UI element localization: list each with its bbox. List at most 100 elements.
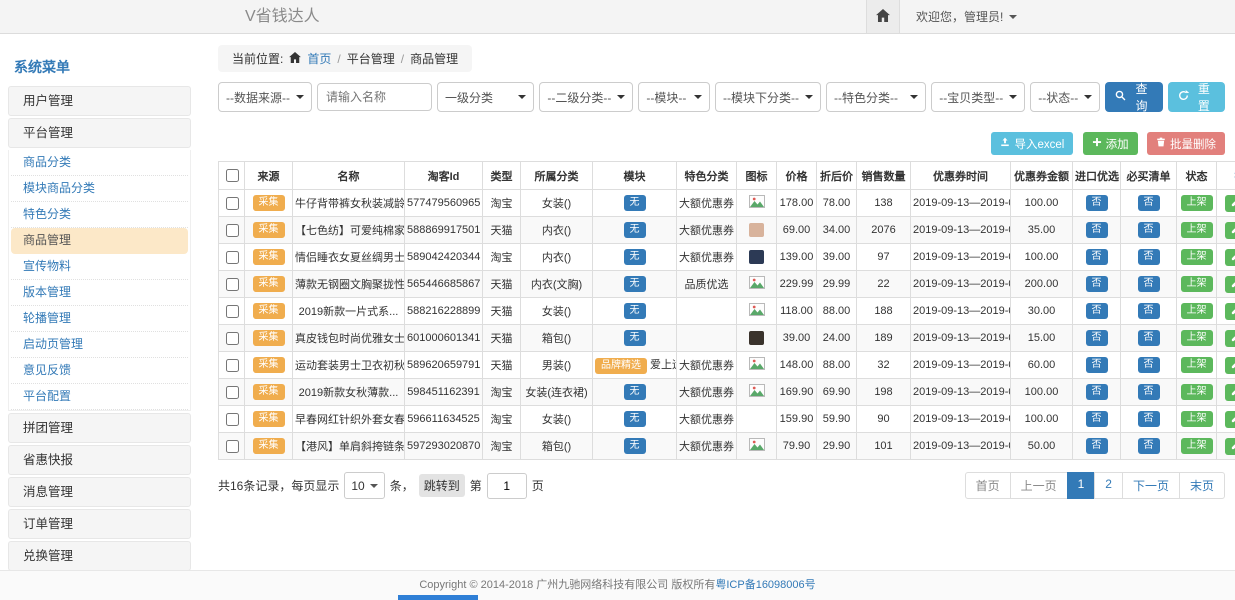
sidebar-item-订单管理[interactable]: 订单管理 xyxy=(8,509,191,539)
import-select-toggle[interactable]: 否 xyxy=(1086,357,1108,373)
icon-cell xyxy=(737,433,777,460)
sidebar-item-拼团管理[interactable]: 拼团管理 xyxy=(8,413,191,443)
user-menu[interactable]: 欢迎您，管理员! xyxy=(900,0,1033,33)
sidebar-item-消息管理[interactable]: 消息管理 xyxy=(8,477,191,507)
batch-delete-button[interactable]: 批量删除 xyxy=(1147,132,1225,155)
edit-button[interactable] xyxy=(1225,330,1235,347)
must-buy-toggle[interactable]: 否 xyxy=(1138,411,1160,427)
sidebar-item-用户管理[interactable]: 用户管理 xyxy=(8,86,191,116)
sidebar-item-平台配置[interactable]: 平台配置 xyxy=(11,384,188,410)
status-badge[interactable]: 上架 xyxy=(1181,276,1213,292)
sidebar-item-意见反馈[interactable]: 意见反馈 xyxy=(11,358,188,384)
status-badge[interactable]: 上架 xyxy=(1181,438,1213,454)
name-search-input[interactable] xyxy=(317,83,432,111)
must-buy-toggle[interactable]: 否 xyxy=(1138,195,1160,211)
sidebar-item-商品分类[interactable]: 商品分类 xyxy=(11,150,188,176)
must-buy-toggle[interactable]: 否 xyxy=(1138,438,1160,454)
status-badge[interactable]: 上架 xyxy=(1181,303,1213,319)
pager-page-2[interactable]: 2 xyxy=(1094,472,1123,499)
pager-prev[interactable]: 上一页 xyxy=(1010,472,1068,499)
sidebar-item-平台管理[interactable]: 平台管理 xyxy=(8,118,191,148)
import-select-toggle[interactable]: 否 xyxy=(1086,249,1108,265)
row-checkbox[interactable] xyxy=(226,359,239,372)
import-select-toggle[interactable]: 否 xyxy=(1086,384,1108,400)
row-checkbox[interactable] xyxy=(226,305,239,318)
row-checkbox[interactable] xyxy=(226,278,239,291)
import-select-toggle[interactable]: 否 xyxy=(1086,195,1108,211)
sidebar-item-兑换管理[interactable]: 兑换管理 xyxy=(8,541,191,571)
search-button[interactable]: 查询 xyxy=(1105,82,1162,112)
must-buy-toggle[interactable]: 否 xyxy=(1138,249,1160,265)
must-buy-toggle[interactable]: 否 xyxy=(1138,330,1160,346)
sidebar-item-省惠快报[interactable]: 省惠快报 xyxy=(8,445,191,475)
import-select-toggle[interactable]: 否 xyxy=(1086,438,1108,454)
import-select-toggle[interactable]: 否 xyxy=(1086,330,1108,346)
status-select[interactable]: --状态-- xyxy=(1030,82,1100,112)
status-badge[interactable]: 上架 xyxy=(1181,195,1213,211)
edit-button[interactable] xyxy=(1225,195,1235,212)
row-checkbox[interactable] xyxy=(226,197,239,210)
jump-button[interactable]: 跳转到 xyxy=(419,474,465,497)
module-subcategory-select[interactable]: --模块下分类-- xyxy=(715,82,821,112)
item-type-select[interactable]: --宝贝类型-- xyxy=(931,82,1025,112)
edit-button[interactable] xyxy=(1225,384,1235,401)
level1-category-select[interactable]: 一级分类 xyxy=(437,82,534,112)
source-badge: 采集 xyxy=(253,222,285,238)
import-select-toggle[interactable]: 否 xyxy=(1086,276,1108,292)
feature-category-select[interactable]: --特色分类-- xyxy=(826,82,926,112)
pager-last[interactable]: 末页 xyxy=(1179,472,1225,499)
edit-button[interactable] xyxy=(1225,411,1235,428)
must-buy-toggle[interactable]: 否 xyxy=(1138,303,1160,319)
pager-next[interactable]: 下一页 xyxy=(1122,472,1180,499)
edit-button[interactable] xyxy=(1225,276,1235,293)
row-checkbox[interactable] xyxy=(226,440,239,453)
import-select-toggle[interactable]: 否 xyxy=(1086,222,1108,238)
edit-button[interactable] xyxy=(1225,303,1235,320)
edit-button[interactable] xyxy=(1225,249,1235,266)
row-checkbox[interactable] xyxy=(226,332,239,345)
pager-first[interactable]: 首页 xyxy=(965,472,1011,499)
edit-button[interactable] xyxy=(1225,222,1235,239)
reset-button[interactable]: 重置 xyxy=(1168,82,1225,112)
module-select[interactable]: --模块-- xyxy=(638,82,710,112)
select-all-checkbox[interactable] xyxy=(226,169,239,182)
row-checkbox[interactable] xyxy=(226,386,239,399)
must-buy-toggle[interactable]: 否 xyxy=(1138,384,1160,400)
row-checkbox[interactable] xyxy=(226,224,239,237)
status-badge[interactable]: 上架 xyxy=(1181,222,1213,238)
icon-cell xyxy=(737,406,777,433)
status-badge[interactable]: 上架 xyxy=(1181,411,1213,427)
import-excel-button[interactable]: 导入excel xyxy=(991,132,1073,155)
icp-link[interactable]: 粤ICP备16098006号 xyxy=(715,579,815,591)
status-badge[interactable]: 上架 xyxy=(1181,330,1213,346)
status-badge[interactable]: 上架 xyxy=(1181,357,1213,373)
row-checkbox[interactable] xyxy=(226,413,239,426)
sidebar-item-商品管理[interactable]: 商品管理 xyxy=(11,228,188,254)
row-checkbox[interactable] xyxy=(226,251,239,264)
sidebar-item-版本管理[interactable]: 版本管理 xyxy=(11,280,188,306)
pager-page-1[interactable]: 1 xyxy=(1067,472,1096,499)
page-size-select[interactable]: 10 xyxy=(344,472,384,499)
sidebar-item-启动页管理[interactable]: 启动页管理 xyxy=(11,332,188,358)
data-source-select[interactable]: --数据来源-- xyxy=(218,82,312,112)
topbar-right: 欢迎您，管理员! xyxy=(866,0,1033,33)
edit-button[interactable] xyxy=(1225,357,1235,374)
sidebar-item-轮播管理[interactable]: 轮播管理 xyxy=(11,306,188,332)
jump-page-input[interactable] xyxy=(487,473,527,499)
sidebar-item-宣传物料[interactable]: 宣传物料 xyxy=(11,254,188,280)
import-select-toggle[interactable]: 否 xyxy=(1086,411,1108,427)
import-select-toggle[interactable]: 否 xyxy=(1086,303,1108,319)
sidebar-item-特色分类[interactable]: 特色分类 xyxy=(11,202,188,228)
sidebar-item-模块商品分类[interactable]: 模块商品分类 xyxy=(11,176,188,202)
level2-category-select[interactable]: --二级分类-- xyxy=(539,82,633,112)
must-buy-toggle[interactable]: 否 xyxy=(1138,222,1160,238)
home-button[interactable] xyxy=(866,0,900,33)
breadcrumb-home-link[interactable]: 首页 xyxy=(307,50,331,67)
status-badge[interactable]: 上架 xyxy=(1181,249,1213,265)
must-buy-toggle[interactable]: 否 xyxy=(1138,276,1160,292)
status-badge[interactable]: 上架 xyxy=(1181,384,1213,400)
price-cell: 139.00 xyxy=(777,244,817,271)
edit-button[interactable] xyxy=(1225,438,1235,455)
add-button[interactable]: 添加 xyxy=(1083,132,1138,155)
must-buy-toggle[interactable]: 否 xyxy=(1138,357,1160,373)
